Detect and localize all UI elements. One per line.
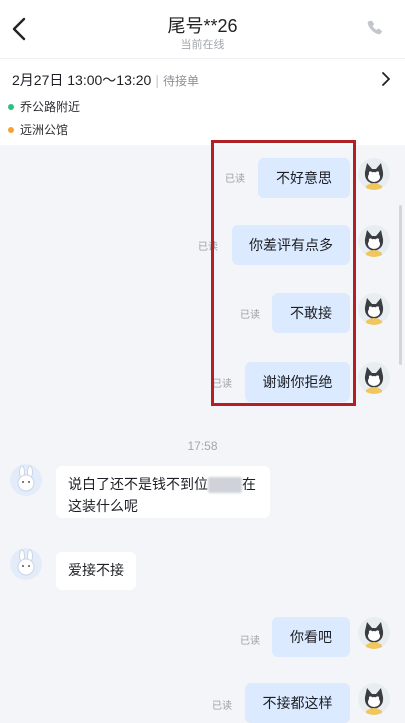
cat-avatar-icon	[358, 617, 390, 649]
cat-avatar-icon	[358, 225, 390, 257]
read-receipt: 已读	[240, 636, 260, 647]
order-card[interactable]: 2月27日 13:00～13:20 | 待接单 乔公路附近 远洲公馆	[0, 58, 405, 145]
cat-avatar-icon	[358, 158, 390, 190]
chat-title: 尾号**26	[167, 16, 238, 36]
pickup-dot-icon	[8, 103, 14, 110]
order-date: 2月27日 13:00～13:20	[12, 72, 152, 88]
pickup-label: 乔公路附近	[20, 100, 81, 114]
incoming-message[interactable]: 爱接不接	[56, 552, 136, 590]
incoming-message[interactable]: 说白了还不是钱不到位 在这装什么呢	[56, 466, 270, 518]
dropoff-label: 远洲公馆	[20, 123, 69, 137]
incoming-message-text: 说白了还不是钱不到位	[68, 476, 208, 492]
outgoing-message[interactable]: 你看吧	[272, 617, 350, 657]
highlight-box	[211, 140, 356, 406]
redacted-text	[208, 477, 242, 494]
dropoff-address: 远洲公馆	[8, 121, 68, 138]
chevron-right-icon[interactable]	[381, 72, 391, 86]
cat-avatar-icon	[358, 683, 390, 715]
avatar-self[interactable]	[358, 362, 390, 394]
chat-header: 尾号**26 当前在线	[0, 0, 405, 58]
avatar-other[interactable]	[10, 548, 42, 580]
message-timestamp: 17:58	[187, 439, 218, 453]
outgoing-message[interactable]: 不接都这样	[245, 683, 350, 723]
dropoff-dot-icon	[8, 126, 14, 133]
read-receipt: 已读	[212, 701, 232, 712]
rabbit-avatar-icon	[10, 548, 42, 580]
rabbit-avatar-icon	[10, 464, 42, 496]
avatar-self[interactable]	[358, 293, 390, 325]
avatar-other[interactable]	[10, 464, 42, 496]
scrollbar[interactable]	[399, 205, 402, 365]
cat-avatar-icon	[358, 362, 390, 394]
phone-icon[interactable]	[365, 18, 385, 38]
avatar-self[interactable]	[358, 158, 390, 190]
order-separator: |	[155, 72, 159, 88]
avatar-self[interactable]	[358, 683, 390, 715]
order-status: 待接单	[162, 74, 199, 88]
online-status: 当前在线	[180, 39, 225, 51]
avatar-self[interactable]	[358, 617, 390, 649]
avatar-self[interactable]	[358, 225, 390, 257]
pickup-address: 乔公路附近	[8, 98, 80, 115]
order-time-row: 2月27日 13:00～13:20 | 待接单	[12, 70, 199, 90]
cat-avatar-icon	[358, 293, 390, 325]
